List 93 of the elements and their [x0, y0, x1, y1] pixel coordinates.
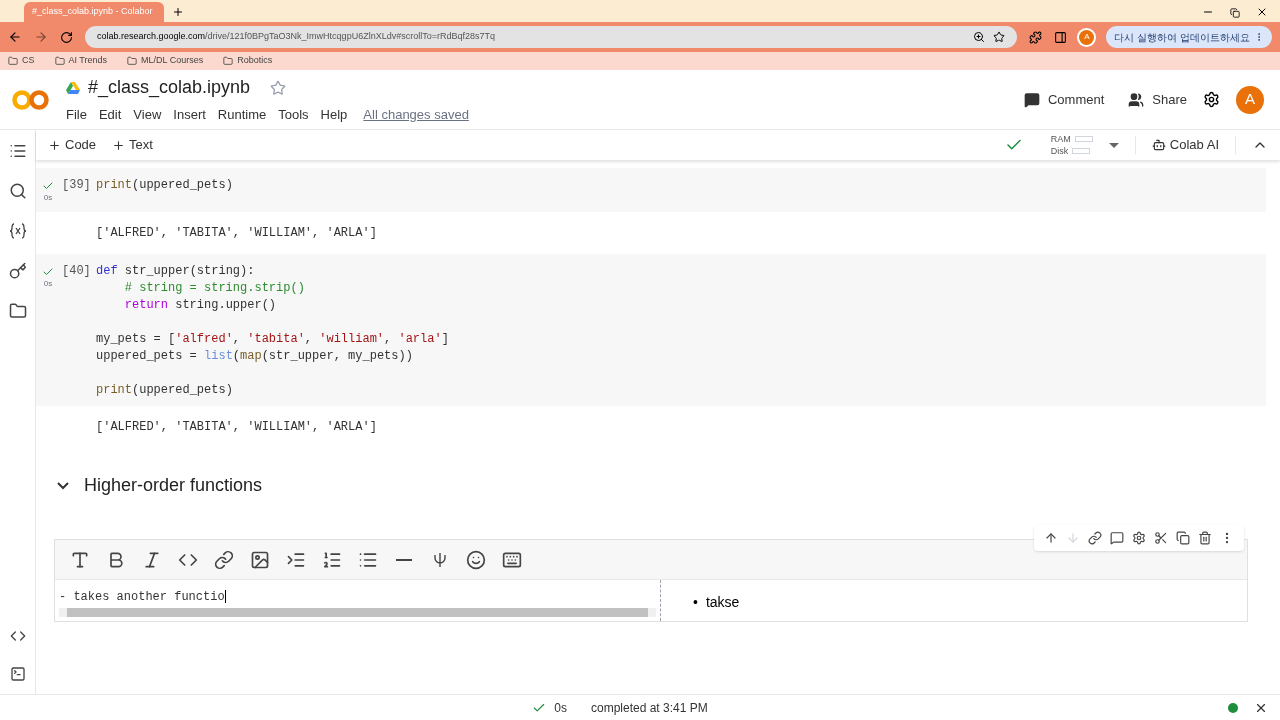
star-icon[interactable]	[270, 79, 287, 96]
search-icon[interactable]	[8, 182, 27, 200]
comment-icon	[1110, 531, 1124, 545]
close-window-icon[interactable]	[1256, 6, 1268, 18]
menu-item[interactable]: Insert	[173, 105, 206, 125]
execution-count: [40]	[62, 264, 91, 278]
reload-icon[interactable]	[60, 30, 73, 44]
move-down-icon	[1066, 531, 1080, 545]
cell-output: ['ALFRED', 'TABITA', 'WILLIAM', 'ARLA']	[96, 420, 377, 434]
image-icon	[250, 549, 270, 570]
delete-button[interactable]	[1196, 529, 1214, 547]
emoji-icon	[466, 549, 486, 570]
code-line: uppered_pets = list(map(str_upper, my_pets))	[96, 349, 413, 363]
chevron-down-icon	[57, 481, 69, 490]
drive-icon	[66, 81, 80, 94]
link-icon	[1088, 531, 1102, 545]
code-snippets-icon[interactable]	[9, 628, 26, 644]
run-success-icon	[42, 266, 54, 278]
plus-icon	[48, 138, 61, 152]
cut-icon	[1154, 531, 1168, 545]
section-heading: Higher-order functions	[84, 474, 263, 497]
key-icon[interactable]	[8, 262, 27, 280]
restore-icon[interactable]	[1230, 8, 1240, 18]
status-message: completed at 3:41 PM	[591, 699, 708, 717]
move-up-icon	[1044, 531, 1058, 545]
menu-item[interactable]: View	[133, 105, 162, 125]
comment-button[interactable]: Comment	[1023, 89, 1105, 110]
bookmark-star-icon[interactable]	[993, 31, 1006, 43]
folder-icon	[54, 56, 65, 66]
execution-count: [39]	[62, 178, 91, 192]
markdown-input[interactable]: - takes another functio	[55, 580, 660, 604]
psi-icon	[434, 552, 446, 567]
share-button[interactable]: Share	[1128, 89, 1187, 110]
run-success-icon	[42, 180, 54, 192]
colab-logo	[12, 87, 50, 112]
menu-item[interactable]: Edit	[98, 105, 122, 125]
settings-icon	[1132, 531, 1146, 545]
variables-icon[interactable]	[8, 222, 27, 240]
status-time: 0s	[554, 699, 567, 717]
folder-icon	[223, 56, 234, 66]
new-tab-icon[interactable]	[172, 6, 184, 18]
table-of-contents-icon[interactable]	[8, 142, 27, 160]
resource-meter[interactable]: RAM Disk	[1050, 133, 1093, 157]
save-status[interactable]: All changes saved	[363, 105, 469, 125]
settings-button[interactable]	[1130, 529, 1148, 547]
menu-item[interactable]: Help	[320, 105, 348, 125]
code-line: my_pets = ['alfred', 'tabita', 'william', 'arla']	[96, 332, 449, 346]
link-icon	[214, 549, 234, 570]
zoom-icon[interactable]	[973, 31, 986, 43]
colab-ai-button[interactable]: Colab AI	[1151, 135, 1219, 155]
bullet-marker: •	[693, 593, 698, 612]
code-line: print(uppered_pets)	[96, 383, 233, 397]
bookmark-folder[interactable]: AI Trends	[54, 54, 108, 68]
dropdown-icon[interactable]	[1108, 142, 1119, 148]
back-icon[interactable]	[8, 30, 22, 44]
delete-icon	[1198, 531, 1212, 545]
code-line: def str_upper(string):	[96, 264, 255, 278]
terminal-icon[interactable]	[9, 666, 26, 682]
plus-icon	[112, 138, 126, 152]
copy-button[interactable]	[1174, 529, 1192, 547]
files-icon[interactable]	[8, 302, 27, 320]
update-button[interactable]: 다시 실행하여 업데이트하세요	[1106, 26, 1272, 48]
horizontal-rule-icon	[396, 558, 412, 561]
notebook-title[interactable]: #_class_colab.ipynb	[88, 74, 251, 102]
settings-icon[interactable]	[1203, 91, 1220, 108]
link-button[interactable]	[1086, 529, 1104, 547]
menu-item[interactable]: Tools	[278, 105, 309, 125]
comment-button[interactable]	[1108, 529, 1126, 547]
italic-icon	[142, 549, 162, 570]
code-line: return string.upper()	[123, 298, 277, 312]
run-time: 0s	[43, 192, 53, 204]
code-line: # string = string.strip()	[123, 281, 305, 295]
extensions-icon[interactable]	[1029, 30, 1043, 44]
menu-item[interactable]: Runtime	[217, 105, 267, 125]
comment-icon	[1023, 91, 1040, 108]
code-line: print(uppered_pets)	[96, 178, 233, 192]
folder-icon	[8, 56, 18, 66]
cell-output: ['ALFRED', 'TABITA', 'WILLIAM', 'ARLA']	[96, 226, 377, 240]
add-code-button[interactable]: Code	[48, 135, 97, 155]
people-icon	[1128, 91, 1145, 108]
side-panel-icon[interactable]	[1054, 30, 1068, 44]
horizontal-scrollbar[interactable]	[59, 608, 656, 617]
run-time: 0s	[43, 278, 53, 290]
add-text-button[interactable]: Text	[112, 135, 153, 155]
bookmark-folder[interactable]: ML/DL Courses	[127, 54, 204, 68]
bookmark-folder[interactable]: CS	[8, 54, 35, 68]
robot-icon	[1151, 138, 1166, 152]
copy-icon	[1176, 531, 1190, 545]
menu-item[interactable]: File	[66, 105, 87, 125]
bookmark-folder[interactable]: Robotics	[223, 54, 273, 68]
folder-icon	[127, 56, 138, 66]
preview-bullet-text: takse	[705, 593, 740, 612]
address-bar[interactable]: colab.research.google.com/drive/121f0BPgTaO3Nk_ImwHtcqgpU6ZlnXLdv#scrollTo=rRdBqf28s7Tq	[85, 26, 1018, 48]
